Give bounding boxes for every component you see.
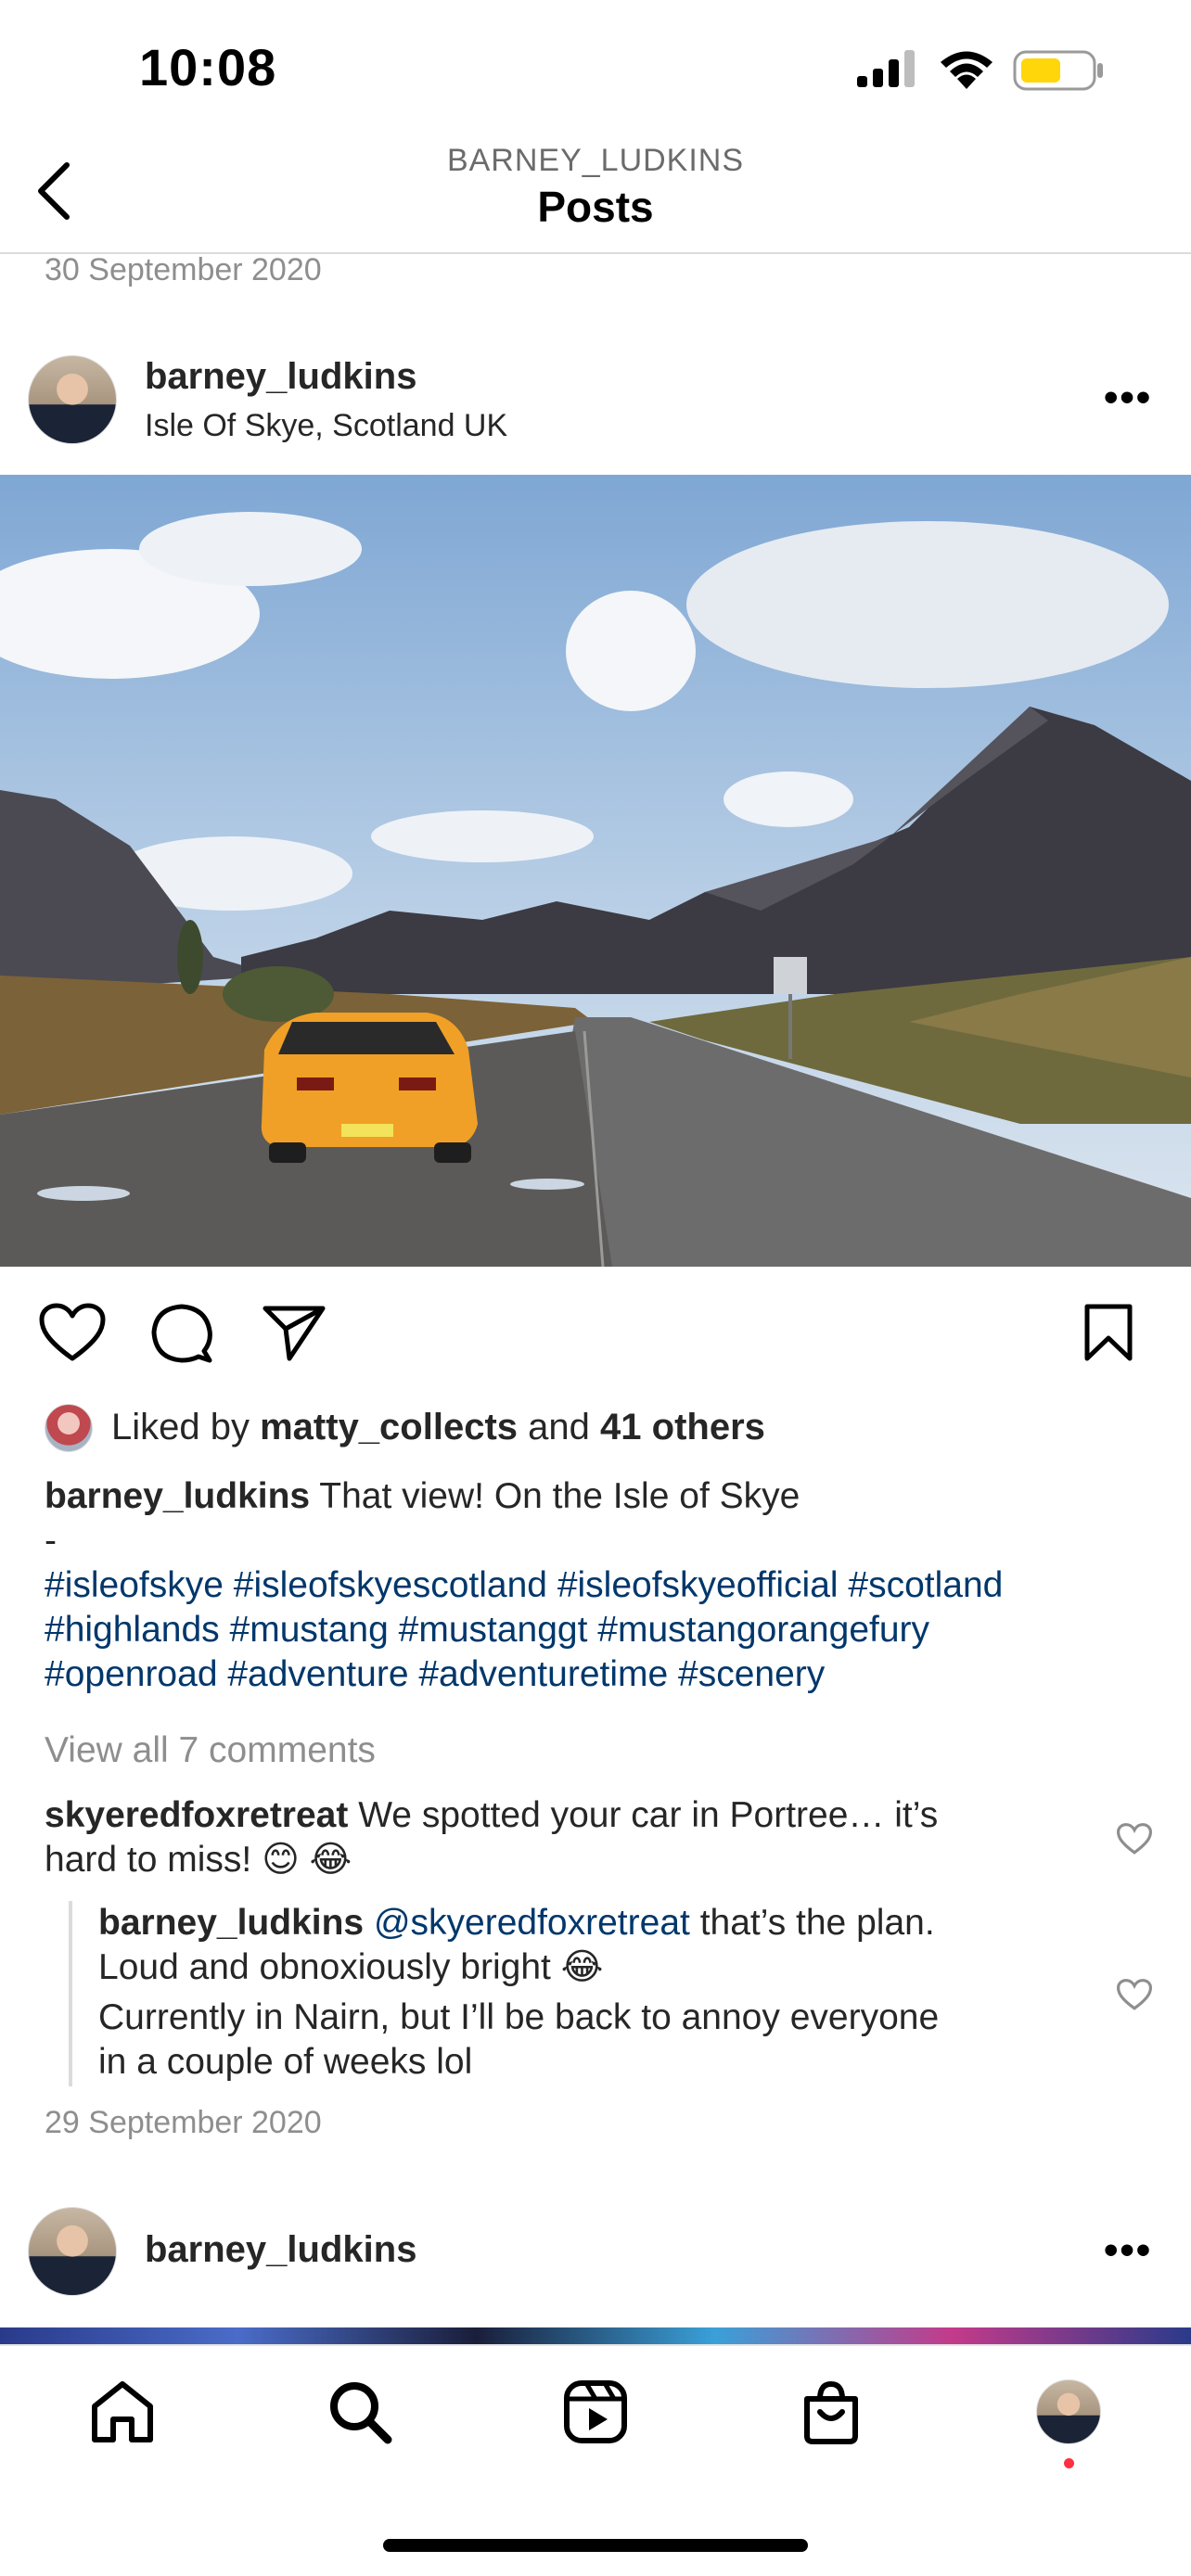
comment-text: We spotted your car in Portree… it’s (358, 1795, 939, 1835)
hashtag[interactable]: #adventure (227, 1654, 408, 1694)
reply-mention[interactable]: @skyeredfoxretreat (374, 1903, 690, 1943)
notification-dot (1064, 2458, 1074, 2468)
comment-icon (151, 1304, 212, 1363)
signal-icon (855, 48, 920, 94)
hashtag[interactable]: #mustang (230, 1610, 389, 1650)
hashtag[interactable]: #isleofskyeofficial (557, 1565, 839, 1605)
comment-username[interactable]: skyeredfoxretreat (45, 1795, 348, 1835)
reply-like-button[interactable] (1117, 1979, 1152, 2010)
likes-prefix: Liked by (111, 1407, 250, 1447)
hashtag[interactable]: #adventuretime (418, 1654, 668, 1694)
hashtag[interactable]: #highlands (45, 1610, 220, 1650)
reply-item: barney_ludkins @skyeredfoxretreat that’s… (98, 1901, 1091, 2085)
reply-text-line4: in a couple of weeks lol (98, 2042, 473, 2082)
likes-and: and (528, 1407, 590, 1447)
post-author-avatar[interactable] (28, 355, 117, 444)
home-indicator (383, 2539, 808, 2552)
view-all-comments-link[interactable]: View all 7 comments (45, 1728, 376, 1773)
hashtag[interactable]: #isleofskye (45, 1565, 224, 1605)
hashtag[interactable]: #mustangorangefury (597, 1610, 929, 1650)
next-post-more-button[interactable]: ••• (1104, 2227, 1152, 2274)
tab-reels[interactable] (562, 2378, 629, 2450)
liker-username[interactable]: matty_collects (260, 1407, 518, 1447)
heart-icon (1117, 1979, 1152, 2010)
tab-profile[interactable] (1036, 2379, 1101, 2444)
reply-username[interactable]: barney_ludkins (98, 1903, 364, 1943)
search-icon (330, 2382, 392, 2444)
hashtag[interactable]: #openroad (45, 1654, 218, 1694)
tab-search[interactable] (327, 2378, 393, 2450)
status-time: 10:08 (139, 38, 277, 96)
hashtag[interactable]: #mustanggt (399, 1610, 588, 1650)
reply-text-line3: Currently in Nairn, but I’ll be back to … (98, 1997, 940, 2037)
comment-text-cont: hard to miss! 😊 😂 (45, 1840, 352, 1880)
caption-username[interactable]: barney_ludkins (45, 1476, 310, 1516)
likes-others-link[interactable]: 41 others (600, 1407, 765, 1447)
post-more-button[interactable]: ••• (1104, 375, 1152, 421)
reply-thread-line (69, 1901, 72, 2086)
next-post-username[interactable]: barney_ludkins (145, 2229, 416, 2271)
post-caption: barney_ludkins That view! On the Isle of… (45, 1474, 1158, 1697)
heart-icon (39, 1303, 106, 1361)
post-image[interactable] (0, 475, 1191, 1267)
save-button[interactable] (1082, 1303, 1135, 1364)
previous-post-date: 30 September 2020 (45, 252, 322, 287)
liker-avatar[interactable] (45, 1404, 93, 1452)
comment-item: skyeredfoxretreat We spotted your car in… (45, 1793, 1083, 1882)
tab-shop[interactable] (798, 2378, 864, 2450)
caption-text: That view! On the Isle of Skye (319, 1476, 800, 1516)
heart-icon (1117, 1823, 1152, 1855)
next-post-image[interactable] (0, 2327, 1191, 2344)
reply-text-line2: Loud and obnoxiously bright 😂 (98, 1947, 604, 1987)
post-author-username[interactable]: barney_ludkins (145, 356, 416, 398)
comment-like-button[interactable] (1117, 1823, 1152, 1855)
home-icon (92, 2381, 153, 2442)
shop-icon (804, 2380, 858, 2444)
page-title: Posts (537, 183, 654, 231)
hashtag[interactable]: #scotland (848, 1565, 1003, 1605)
caption-separator: - (45, 1521, 57, 1561)
reels-icon (564, 2380, 627, 2443)
post-date: 29 September 2020 (45, 2105, 322, 2140)
next-post-avatar[interactable] (28, 2207, 117, 2296)
wifi-icon (937, 48, 996, 96)
comment-button[interactable] (150, 1303, 213, 1364)
share-button[interactable] (262, 1303, 327, 1362)
header-username: BARNEY_LUDKINS (446, 143, 745, 178)
post-location[interactable]: Isle Of Skye, Scotland UK (145, 408, 507, 444)
hashtag[interactable]: #scenery (678, 1654, 825, 1694)
like-button[interactable] (39, 1303, 106, 1362)
hashtag[interactable]: #isleofskyescotland (234, 1565, 547, 1605)
tab-home[interactable] (89, 2378, 156, 2450)
send-icon (263, 1306, 326, 1361)
reply-text: that’s the plan. (699, 1903, 935, 1943)
bookmark-icon (1084, 1304, 1133, 1361)
battery-icon (1013, 50, 1106, 96)
likes-summary: Liked by matty_collects and 41 others (111, 1405, 765, 1449)
